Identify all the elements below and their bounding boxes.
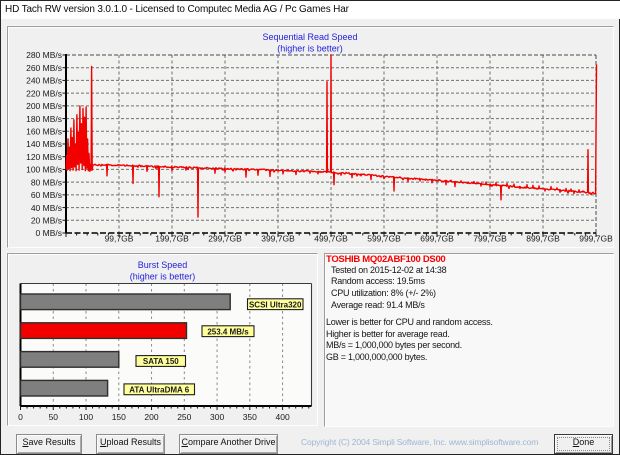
svg-text:80 MB/s: 80 MB/s [31, 177, 62, 187]
svg-text:699,7GB: 699,7GB [420, 234, 454, 244]
svg-text:SATA 150: SATA 150 [143, 357, 179, 366]
svg-text:350: 350 [243, 412, 257, 422]
svg-text:180 MB/s: 180 MB/s [26, 114, 62, 124]
svg-text:999,7GB: 999,7GB [579, 234, 613, 244]
svg-text:499,7GB: 499,7GB [314, 234, 348, 244]
svg-text:SCSI Ultra320: SCSI Ultra320 [249, 300, 302, 309]
svg-text:799,7GB: 799,7GB [473, 234, 507, 244]
svg-text:220 MB/s: 220 MB/s [26, 88, 62, 98]
svg-text:300: 300 [210, 412, 224, 422]
svg-text:20 MB/s: 20 MB/s [31, 216, 62, 226]
svg-text:0: 0 [18, 412, 23, 422]
svg-text:200: 200 [144, 412, 158, 422]
svg-text:299,7GB: 299,7GB [208, 234, 242, 244]
svg-text:99,7GB: 99,7GB [105, 234, 134, 244]
svg-text:(higher is better): (higher is better) [130, 272, 196, 282]
svg-text:260 MB/s: 260 MB/s [26, 63, 62, 73]
svg-text:200 MB/s: 200 MB/s [26, 101, 62, 111]
svg-text:400: 400 [276, 412, 290, 422]
svg-text:40 MB/s: 40 MB/s [31, 203, 62, 213]
svg-text:250: 250 [177, 412, 191, 422]
svg-text:140 MB/s: 140 MB/s [26, 139, 62, 149]
svg-text:150: 150 [112, 412, 126, 422]
svg-text:160 MB/s: 160 MB/s [26, 127, 62, 137]
svg-text:199,7GB: 199,7GB [155, 234, 189, 244]
svg-text:100 MB/s: 100 MB/s [26, 165, 62, 175]
svg-text:253.4 MB/s: 253.4 MB/s [207, 327, 249, 336]
svg-text:899,7GB: 899,7GB [526, 234, 560, 244]
svg-text:399,7GB: 399,7GB [261, 234, 295, 244]
svg-text:ATA UltraDMA 6: ATA UltraDMA 6 [129, 386, 190, 395]
svg-text:240 MB/s: 240 MB/s [26, 76, 62, 86]
svg-text:100: 100 [79, 412, 93, 422]
svg-text:280 MB/s: 280 MB/s [26, 50, 62, 60]
svg-text:599,7GB: 599,7GB [367, 234, 401, 244]
svg-text:(higher is better): (higher is better) [277, 44, 343, 54]
svg-text:Burst Speed: Burst Speed [138, 260, 188, 270]
svg-text:Sequential Read Speed: Sequential Read Speed [262, 32, 357, 42]
svg-text:120 MB/s: 120 MB/s [26, 152, 62, 162]
svg-text:50: 50 [49, 412, 59, 422]
svg-text:60 MB/s: 60 MB/s [31, 190, 62, 200]
svg-text:0 MB/s: 0 MB/s [36, 228, 62, 238]
